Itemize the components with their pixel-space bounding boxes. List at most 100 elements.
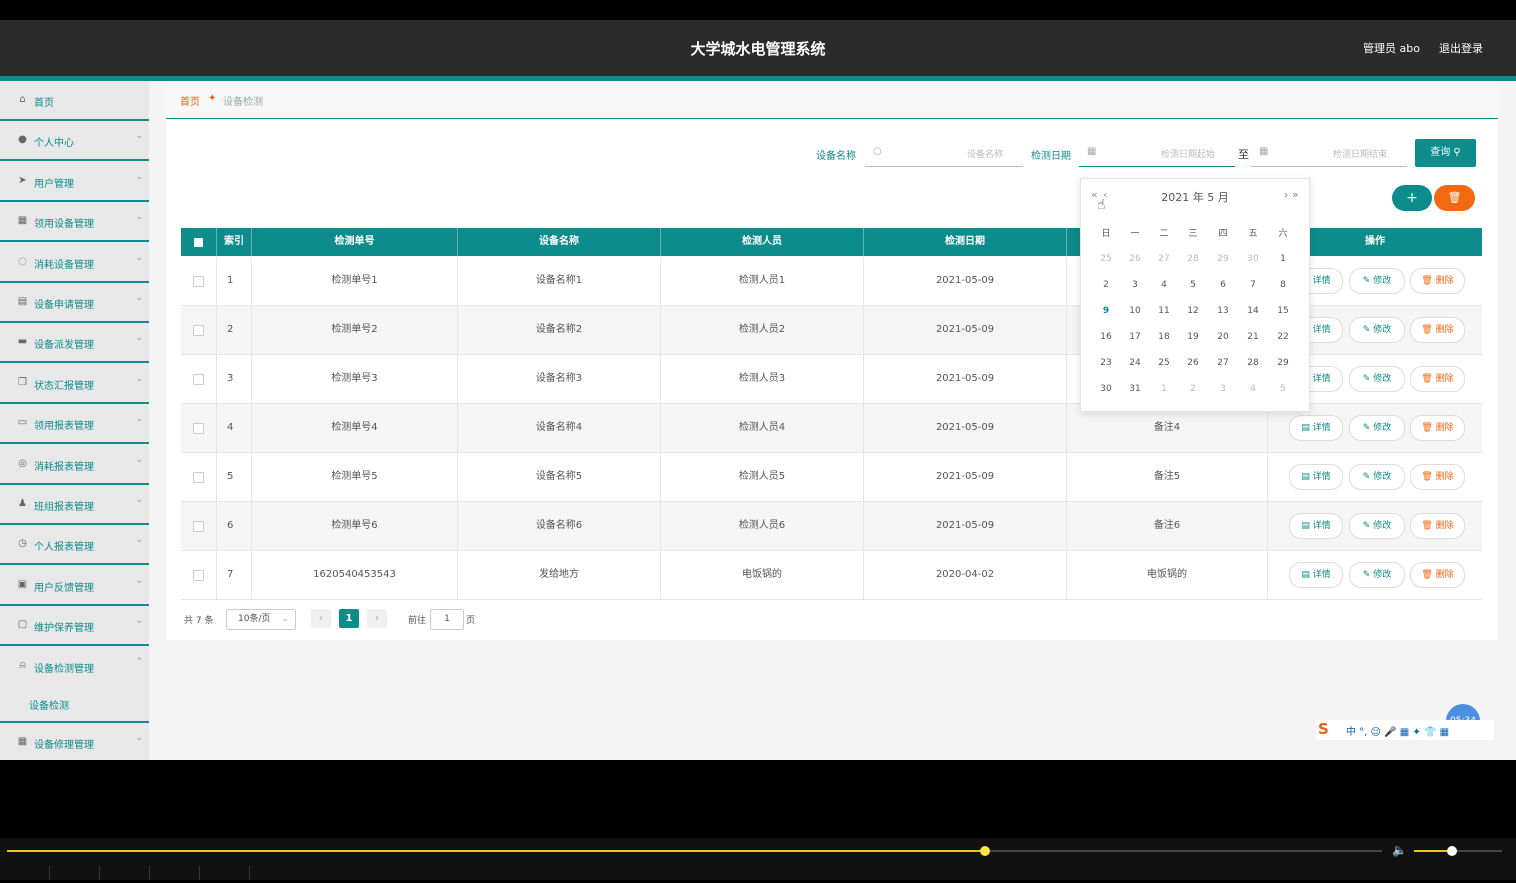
sidebar-item[interactable]: ➤ 用户管理 ⌄ xyxy=(0,162,149,202)
detail-button[interactable]: ▤ 详情 xyxy=(1289,464,1343,490)
player-control-slot[interactable] xyxy=(200,866,250,880)
edit-button[interactable]: ✎ 修改 xyxy=(1349,562,1405,588)
batch-delete-button[interactable]: 🗑 xyxy=(1434,185,1475,211)
sidebar-item[interactable]: ◎ 消耗报表管理 ⌄ xyxy=(0,445,149,485)
sidebar-item[interactable]: ▣ 用户反馈管理 ⌄ xyxy=(0,566,149,606)
edit-button[interactable]: ✎ 修改 xyxy=(1349,317,1405,343)
date-end-input[interactable]: ▦ 检测日期结束 xyxy=(1251,139,1407,167)
calendar-day[interactable]: 24 xyxy=(1120,358,1150,368)
sidebar-item[interactable]: ● 个人中心 ⌄ xyxy=(0,121,149,161)
calendar-day[interactable]: 1 xyxy=(1149,384,1179,394)
calendar-day[interactable]: 5 xyxy=(1178,280,1208,290)
edit-button[interactable]: ✎ 修改 xyxy=(1349,268,1405,294)
row-checkbox[interactable] xyxy=(193,521,204,532)
progress-handle[interactable] xyxy=(980,846,990,856)
calendar-day[interactable]: 4 xyxy=(1149,280,1179,290)
player-control-slot[interactable] xyxy=(50,866,100,880)
edit-button[interactable]: ✎ 修改 xyxy=(1349,415,1405,441)
row-checkbox[interactable] xyxy=(193,276,204,287)
calendar-day[interactable]: 29 xyxy=(1268,358,1298,368)
calendar-day[interactable]: 28 xyxy=(1238,358,1268,368)
delete-button[interactable]: 🗑 删除 xyxy=(1410,317,1465,343)
calendar-day[interactable]: 4 xyxy=(1238,384,1268,394)
add-button[interactable]: + xyxy=(1392,185,1432,211)
calendar-day[interactable]: 25 xyxy=(1091,254,1121,264)
calendar-day[interactable]: 3 xyxy=(1208,384,1238,394)
sidebar-item[interactable]: ▦ 设备修理管理 ⌄ xyxy=(0,723,149,760)
logout-link[interactable]: 退出登录 xyxy=(1439,40,1483,56)
calendar-day[interactable]: 6 xyxy=(1208,280,1238,290)
calendar-day[interactable]: 2 xyxy=(1178,384,1208,394)
calendar-day[interactable]: 7 xyxy=(1238,280,1268,290)
edit-button[interactable]: ✎ 修改 xyxy=(1349,464,1405,490)
sidebar-item[interactable]: ◷ 个人报表管理 ⌄ xyxy=(0,525,149,565)
prev-page-button[interactable]: ‹ xyxy=(311,609,331,628)
calendar-day[interactable]: 26 xyxy=(1178,358,1208,368)
calendar-day[interactable]: 12 xyxy=(1178,306,1208,316)
edit-button[interactable]: ✎ 修改 xyxy=(1349,366,1405,392)
sidebar-item[interactable]: ▤ 设备申请管理 ⌄ xyxy=(0,283,149,323)
calendar-day[interactable]: 31 xyxy=(1120,384,1150,394)
calendar-day[interactable]: 27 xyxy=(1208,358,1238,368)
calendar-day[interactable]: 9 xyxy=(1091,306,1121,316)
calendar-day[interactable]: 17 xyxy=(1120,332,1150,342)
sidebar-item[interactable]: ▬ 设备派发管理 ⌄ xyxy=(0,323,149,363)
date-start-input[interactable]: ▦ 检测日期起始 xyxy=(1079,139,1235,167)
calendar-day[interactable]: 2 xyxy=(1091,280,1121,290)
sidebar-subitem-device-inspection[interactable]: 设备检测 xyxy=(0,685,149,723)
calendar-day[interactable]: 26 xyxy=(1120,254,1150,264)
row-checkbox[interactable] xyxy=(193,472,204,483)
calendar-day[interactable]: 8 xyxy=(1268,280,1298,290)
next-year-button[interactable]: » xyxy=(1292,188,1299,201)
detail-button[interactable]: ▤ 详情 xyxy=(1289,415,1343,441)
calendar-day[interactable]: 22 xyxy=(1268,332,1298,342)
calendar-day[interactable]: 1 xyxy=(1268,254,1298,264)
next-page-button[interactable]: › xyxy=(367,609,387,628)
player-control-slot[interactable] xyxy=(100,866,150,880)
sidebar-item[interactable]: ▭ 领用报表管理 ⌄ xyxy=(0,404,149,444)
player-control-slot[interactable] xyxy=(150,866,200,880)
goto-page-input[interactable]: 1 xyxy=(430,609,464,630)
delete-button[interactable]: 🗑 删除 xyxy=(1410,366,1465,392)
detail-button[interactable]: ▤ 详情 xyxy=(1289,513,1343,539)
next-month-button[interactable]: › xyxy=(1284,188,1288,201)
delete-button[interactable]: 🗑 删除 xyxy=(1410,268,1465,294)
calendar-day[interactable]: 19 xyxy=(1178,332,1208,342)
detail-button[interactable]: ▤ 详情 xyxy=(1289,562,1343,588)
sidebar-item[interactable]: ◌ 消耗设备管理 ⌄ xyxy=(0,243,149,283)
calendar-day[interactable]: 3 xyxy=(1120,280,1150,290)
select-all-checkbox[interactable] xyxy=(194,238,203,247)
row-checkbox[interactable] xyxy=(193,423,204,434)
edit-button[interactable]: ✎ 修改 xyxy=(1349,513,1405,539)
sidebar-item[interactable]: ⍾ 设备检测管理 ⌃ xyxy=(0,647,149,687)
calendar-day[interactable]: 21 xyxy=(1238,332,1268,342)
calendar-day[interactable]: 29 xyxy=(1208,254,1238,264)
calendar-day[interactable]: 25 xyxy=(1149,358,1179,368)
calendar-day[interactable]: 15 xyxy=(1268,306,1298,316)
delete-button[interactable]: 🗑 删除 xyxy=(1410,415,1465,441)
breadcrumb-home[interactable]: 首页 xyxy=(180,93,200,108)
calendar-day[interactable]: 10 xyxy=(1120,306,1150,316)
sidebar-item[interactable]: ▦ 领用设备管理 ⌄ xyxy=(0,202,149,242)
volume-handle[interactable] xyxy=(1447,846,1457,856)
calendar-day[interactable]: 27 xyxy=(1149,254,1179,264)
page-1-button[interactable]: 1 xyxy=(339,609,359,628)
row-checkbox[interactable] xyxy=(193,570,204,581)
sidebar-item[interactable]: ❐ 状态汇报管理 ⌄ xyxy=(0,364,149,404)
calendar-day[interactable]: 23 xyxy=(1091,358,1121,368)
name-search-input[interactable]: ○ 设备名称 xyxy=(865,139,1023,167)
row-checkbox[interactable] xyxy=(193,325,204,336)
sidebar-item[interactable]: ♟ 班组报表管理 ⌄ xyxy=(0,485,149,525)
calendar-day[interactable]: 20 xyxy=(1208,332,1238,342)
page-size-select[interactable]: 10条/页 ⌄ xyxy=(226,609,296,630)
row-checkbox[interactable] xyxy=(193,374,204,385)
calendar-day[interactable]: 5 xyxy=(1268,384,1298,394)
sidebar-item[interactable]: ▢ 维护保养管理 ⌄ xyxy=(0,606,149,646)
sidebar-item[interactable]: ⌂ 首页 xyxy=(0,81,149,121)
delete-button[interactable]: 🗑 删除 xyxy=(1410,513,1465,539)
player-control-slot[interactable] xyxy=(0,866,50,880)
calendar-day[interactable]: 18 xyxy=(1149,332,1179,342)
delete-button[interactable]: 🗑 删除 xyxy=(1410,464,1465,490)
delete-button[interactable]: 🗑 删除 xyxy=(1410,562,1465,588)
calendar-day[interactable]: 30 xyxy=(1238,254,1268,264)
